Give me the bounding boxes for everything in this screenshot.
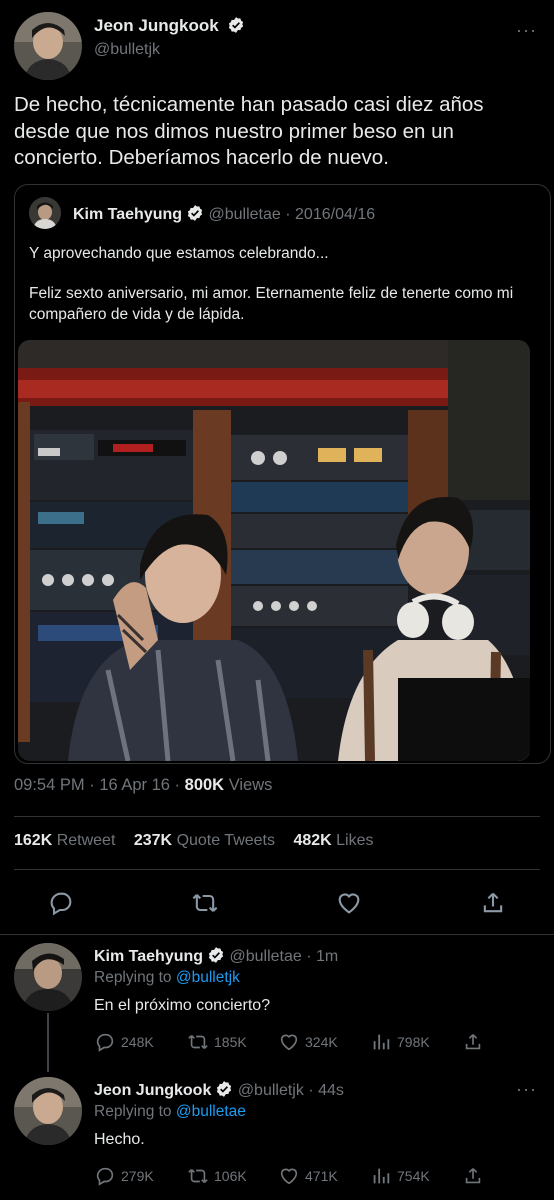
retweet-icon[interactable] bbox=[191, 889, 219, 917]
more-icon[interactable]: ··· bbox=[516, 20, 537, 41]
quoted-author-handle[interactable]: @bulletae bbox=[209, 206, 281, 223]
divider bbox=[0, 934, 554, 935]
retweet-icon bbox=[188, 1168, 208, 1184]
divider bbox=[14, 869, 540, 870]
reply-comment-button[interactable]: 279K bbox=[94, 1165, 154, 1187]
quoted-photo[interactable] bbox=[18, 340, 530, 761]
reply-text: En el próximo concierto? bbox=[94, 997, 271, 1014]
verified-badge-icon bbox=[229, 17, 244, 33]
quoted-tweet[interactable]: Kim Taehyung @bulletae · 2016/04/16 Y ap… bbox=[14, 184, 551, 764]
reply-author-handle[interactable]: @bulletjk bbox=[238, 1082, 304, 1099]
avatar-quoted-author[interactable] bbox=[29, 197, 61, 229]
quoted-date: 2016/04/16 bbox=[295, 206, 376, 223]
replying-to: Replying to @bulletae bbox=[94, 1103, 246, 1120]
replying-to-handle[interactable]: @bulletjk bbox=[176, 969, 240, 986]
more-icon[interactable]: ··· bbox=[516, 1079, 537, 1100]
quoted-author-name[interactable]: Kim Taehyung bbox=[73, 206, 182, 223]
replying-to-handle[interactable]: @bulletae bbox=[176, 1103, 246, 1120]
author-handle[interactable]: @bulletjk bbox=[94, 41, 245, 59]
engagement-stats: 162K Retweet 237K Quote Tweets 482K Like… bbox=[14, 832, 388, 850]
reply-comment-button[interactable]: 248K bbox=[94, 1031, 154, 1053]
reply-icon bbox=[96, 1033, 114, 1052]
quoted-text-line-1: Y aprovechando que estamos celebrando... bbox=[29, 245, 329, 262]
avatar-reply-2[interactable] bbox=[14, 1077, 82, 1145]
views-count: 800K bbox=[184, 776, 225, 794]
avatar-main-author[interactable] bbox=[14, 12, 82, 80]
avatar-reply-1[interactable] bbox=[14, 943, 82, 1011]
views-label: Views bbox=[228, 776, 273, 794]
reply-age: 44s bbox=[318, 1082, 344, 1099]
share-icon[interactable] bbox=[462, 1165, 484, 1187]
like-icon bbox=[280, 1034, 298, 1051]
reply-like-button[interactable]: 471K bbox=[278, 1165, 338, 1187]
tweet-date: 16 Apr 16 bbox=[99, 776, 170, 794]
share-icon[interactable] bbox=[462, 1031, 484, 1053]
verified-badge-icon bbox=[208, 947, 224, 963]
reply-author-name[interactable]: Jeon Jungkook bbox=[94, 1082, 211, 1099]
reply-views-button[interactable]: 798K bbox=[370, 1031, 430, 1053]
reply-text: Hecho. bbox=[94, 1131, 145, 1148]
retweets-stat[interactable]: 162K Retweet bbox=[14, 832, 115, 849]
reply-author-name[interactable]: Kim Taehyung bbox=[94, 948, 203, 965]
tweet-time: 09:54 PM bbox=[14, 776, 85, 794]
reply-retweet-button[interactable]: 106K bbox=[187, 1165, 247, 1187]
tweet-text: De hecho, técnicamente han pasado casi d… bbox=[14, 93, 484, 169]
reply-age: 1m bbox=[316, 948, 339, 965]
tweet-metadata: 09:54 PM · 16 Apr 16 · 800K Views bbox=[14, 776, 273, 794]
quoted-text-line-2: Feliz sexto aniversario, mi amor. Eterna… bbox=[29, 285, 514, 323]
likes-stat[interactable]: 482K Likes bbox=[293, 832, 373, 849]
reply-author-handle[interactable]: @bulletae bbox=[230, 948, 302, 965]
retweet-icon bbox=[188, 1034, 208, 1050]
like-icon bbox=[280, 1168, 298, 1185]
verified-badge-icon bbox=[217, 1081, 232, 1097]
divider bbox=[14, 816, 540, 817]
author-name[interactable]: Jeon Jungkook bbox=[94, 16, 245, 36]
verified-badge-icon bbox=[187, 205, 203, 221]
reply-retweet-button[interactable]: 185K bbox=[187, 1031, 247, 1053]
views-icon bbox=[373, 1168, 390, 1184]
share-icon[interactable] bbox=[479, 889, 507, 917]
reply-icon[interactable] bbox=[47, 889, 75, 917]
thread-line bbox=[47, 1013, 49, 1072]
reply-like-button[interactable]: 324K bbox=[278, 1031, 338, 1053]
views-icon bbox=[373, 1034, 390, 1050]
replying-to: Replying to @bulletjk bbox=[94, 969, 240, 986]
quote-tweets-stat[interactable]: 237K Quote Tweets bbox=[134, 832, 275, 849]
reply-views-button[interactable]: 754K bbox=[370, 1165, 430, 1187]
reply-icon bbox=[96, 1167, 114, 1186]
like-icon[interactable] bbox=[335, 889, 363, 917]
